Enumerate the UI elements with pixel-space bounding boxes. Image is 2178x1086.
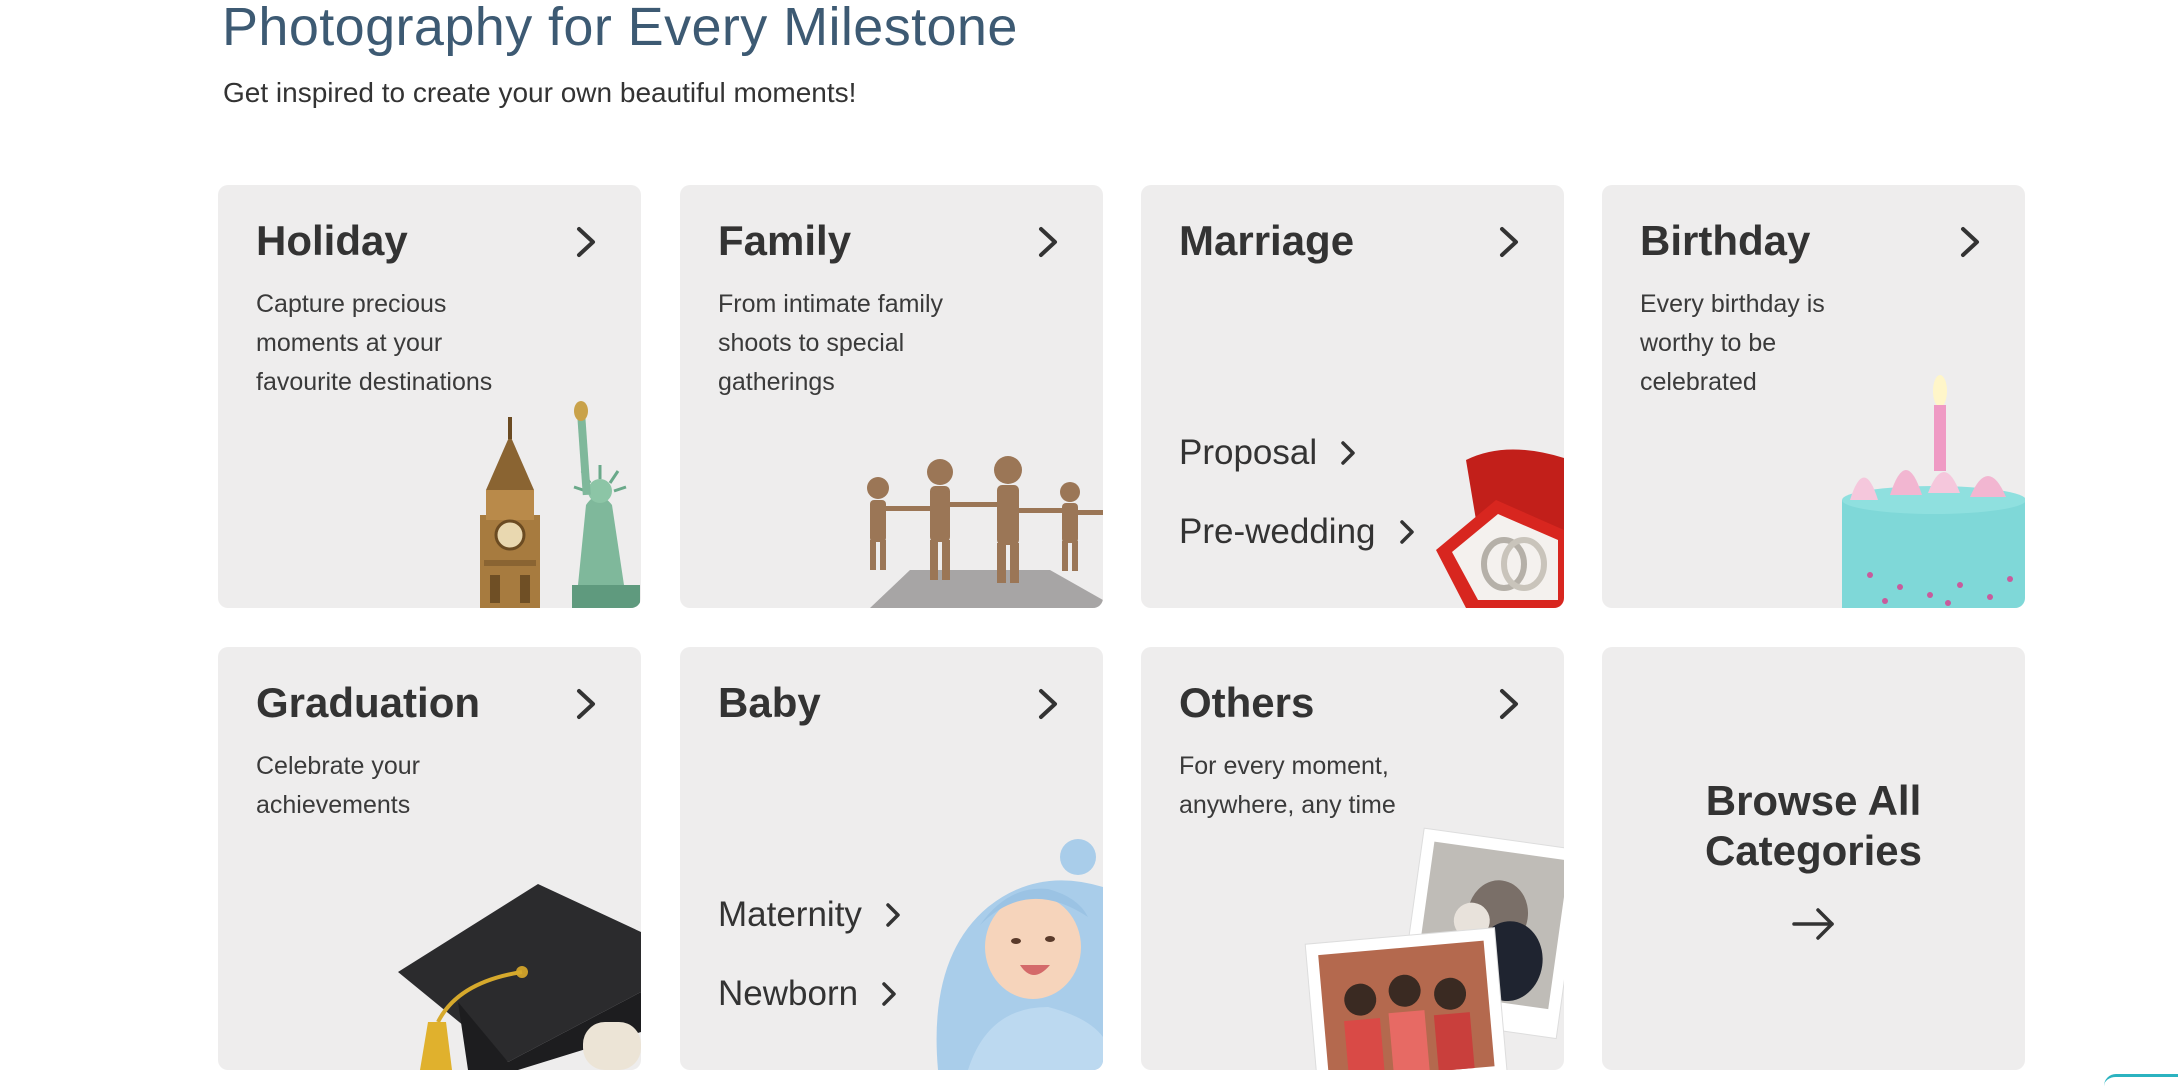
- landmarks-illustration: [480, 401, 640, 608]
- baby-illustration: [936, 839, 1103, 1070]
- card-description: Celebrate your achievements: [256, 752, 420, 819]
- chevron-right-icon: [577, 227, 595, 257]
- photo-prints-illustration: [1304, 827, 1564, 1070]
- chevron-right-icon: [1961, 227, 1979, 257]
- floating-widget-edge[interactable]: [2104, 1074, 2178, 1086]
- link-label: Newborn: [718, 974, 859, 1013]
- category-card-others[interactable]: Others For every moment, anywhere, any t…: [1141, 647, 1564, 1070]
- category-card-holiday[interactable]: Holiday Capture precious moments at your…: [218, 185, 641, 608]
- card-description: From intimate family shoots to special g…: [718, 290, 944, 396]
- browse-all-categories-card[interactable]: Browse All Categories: [1602, 647, 2025, 1070]
- paper-family-illustration: [867, 456, 1103, 608]
- link-label: Proposal: [1179, 433, 1318, 472]
- category-card-marriage[interactable]: Marriage Proposal Pre-wedding: [1141, 185, 1564, 608]
- chevron-right-icon: [882, 982, 896, 1006]
- link-maternity[interactable]: Maternity: [718, 895, 902, 935]
- milestone-section: Photography for Every Milestone Get insp…: [0, 0, 2178, 1080]
- section-subtitle: Get inspired to create your own beautifu…: [223, 77, 857, 108]
- arrow-right-icon: [1791, 907, 1834, 940]
- section-title: Photography for Every Milestone: [222, 0, 1018, 57]
- chevron-right-icon: [1500, 227, 1518, 257]
- card-title: Family: [718, 217, 852, 264]
- card-title: Birthday: [1640, 217, 1811, 264]
- category-card-birthday[interactable]: Birthday Every birthday is worthy to be …: [1602, 185, 2025, 608]
- card-title: Others: [1179, 679, 1315, 726]
- card-title: Graduation: [256, 679, 481, 726]
- link-label: Maternity: [718, 895, 862, 934]
- card-description: Capture precious moments at your favouri…: [256, 290, 493, 396]
- birthday-cake-illustration: [1842, 375, 2025, 608]
- link-proposal[interactable]: Proposal: [1179, 433, 1357, 473]
- card-title: Marriage: [1179, 217, 1355, 264]
- chevron-right-icon: [1039, 227, 1057, 257]
- chevron-right-icon: [1500, 689, 1518, 719]
- card-description: For every moment, anywhere, any time: [1179, 752, 1396, 819]
- link-label: Pre-wedding: [1179, 512, 1376, 551]
- graduation-cap-illustration: [398, 884, 641, 1070]
- link-pre-wedding[interactable]: Pre-wedding: [1179, 512, 1416, 552]
- category-card-family[interactable]: Family From intimate family shoots to sp…: [680, 185, 1103, 608]
- card-title: Holiday: [256, 217, 408, 264]
- card-title: Baby: [718, 679, 821, 726]
- category-card-baby[interactable]: Baby Maternity Newborn: [680, 647, 1103, 1070]
- chevron-right-icon: [886, 903, 900, 927]
- ring-box-illustration: [1436, 449, 1564, 608]
- link-newborn[interactable]: Newborn: [718, 974, 898, 1014]
- chevron-right-icon: [1399, 520, 1414, 544]
- category-card-graduation[interactable]: Graduation Celebrate your achievements: [218, 647, 641, 1070]
- browse-all-label: Browse All Categories: [1704, 776, 1923, 874]
- chevron-right-icon: [1341, 441, 1355, 465]
- chevron-right-icon: [1039, 689, 1057, 719]
- chevron-right-icon: [577, 689, 595, 719]
